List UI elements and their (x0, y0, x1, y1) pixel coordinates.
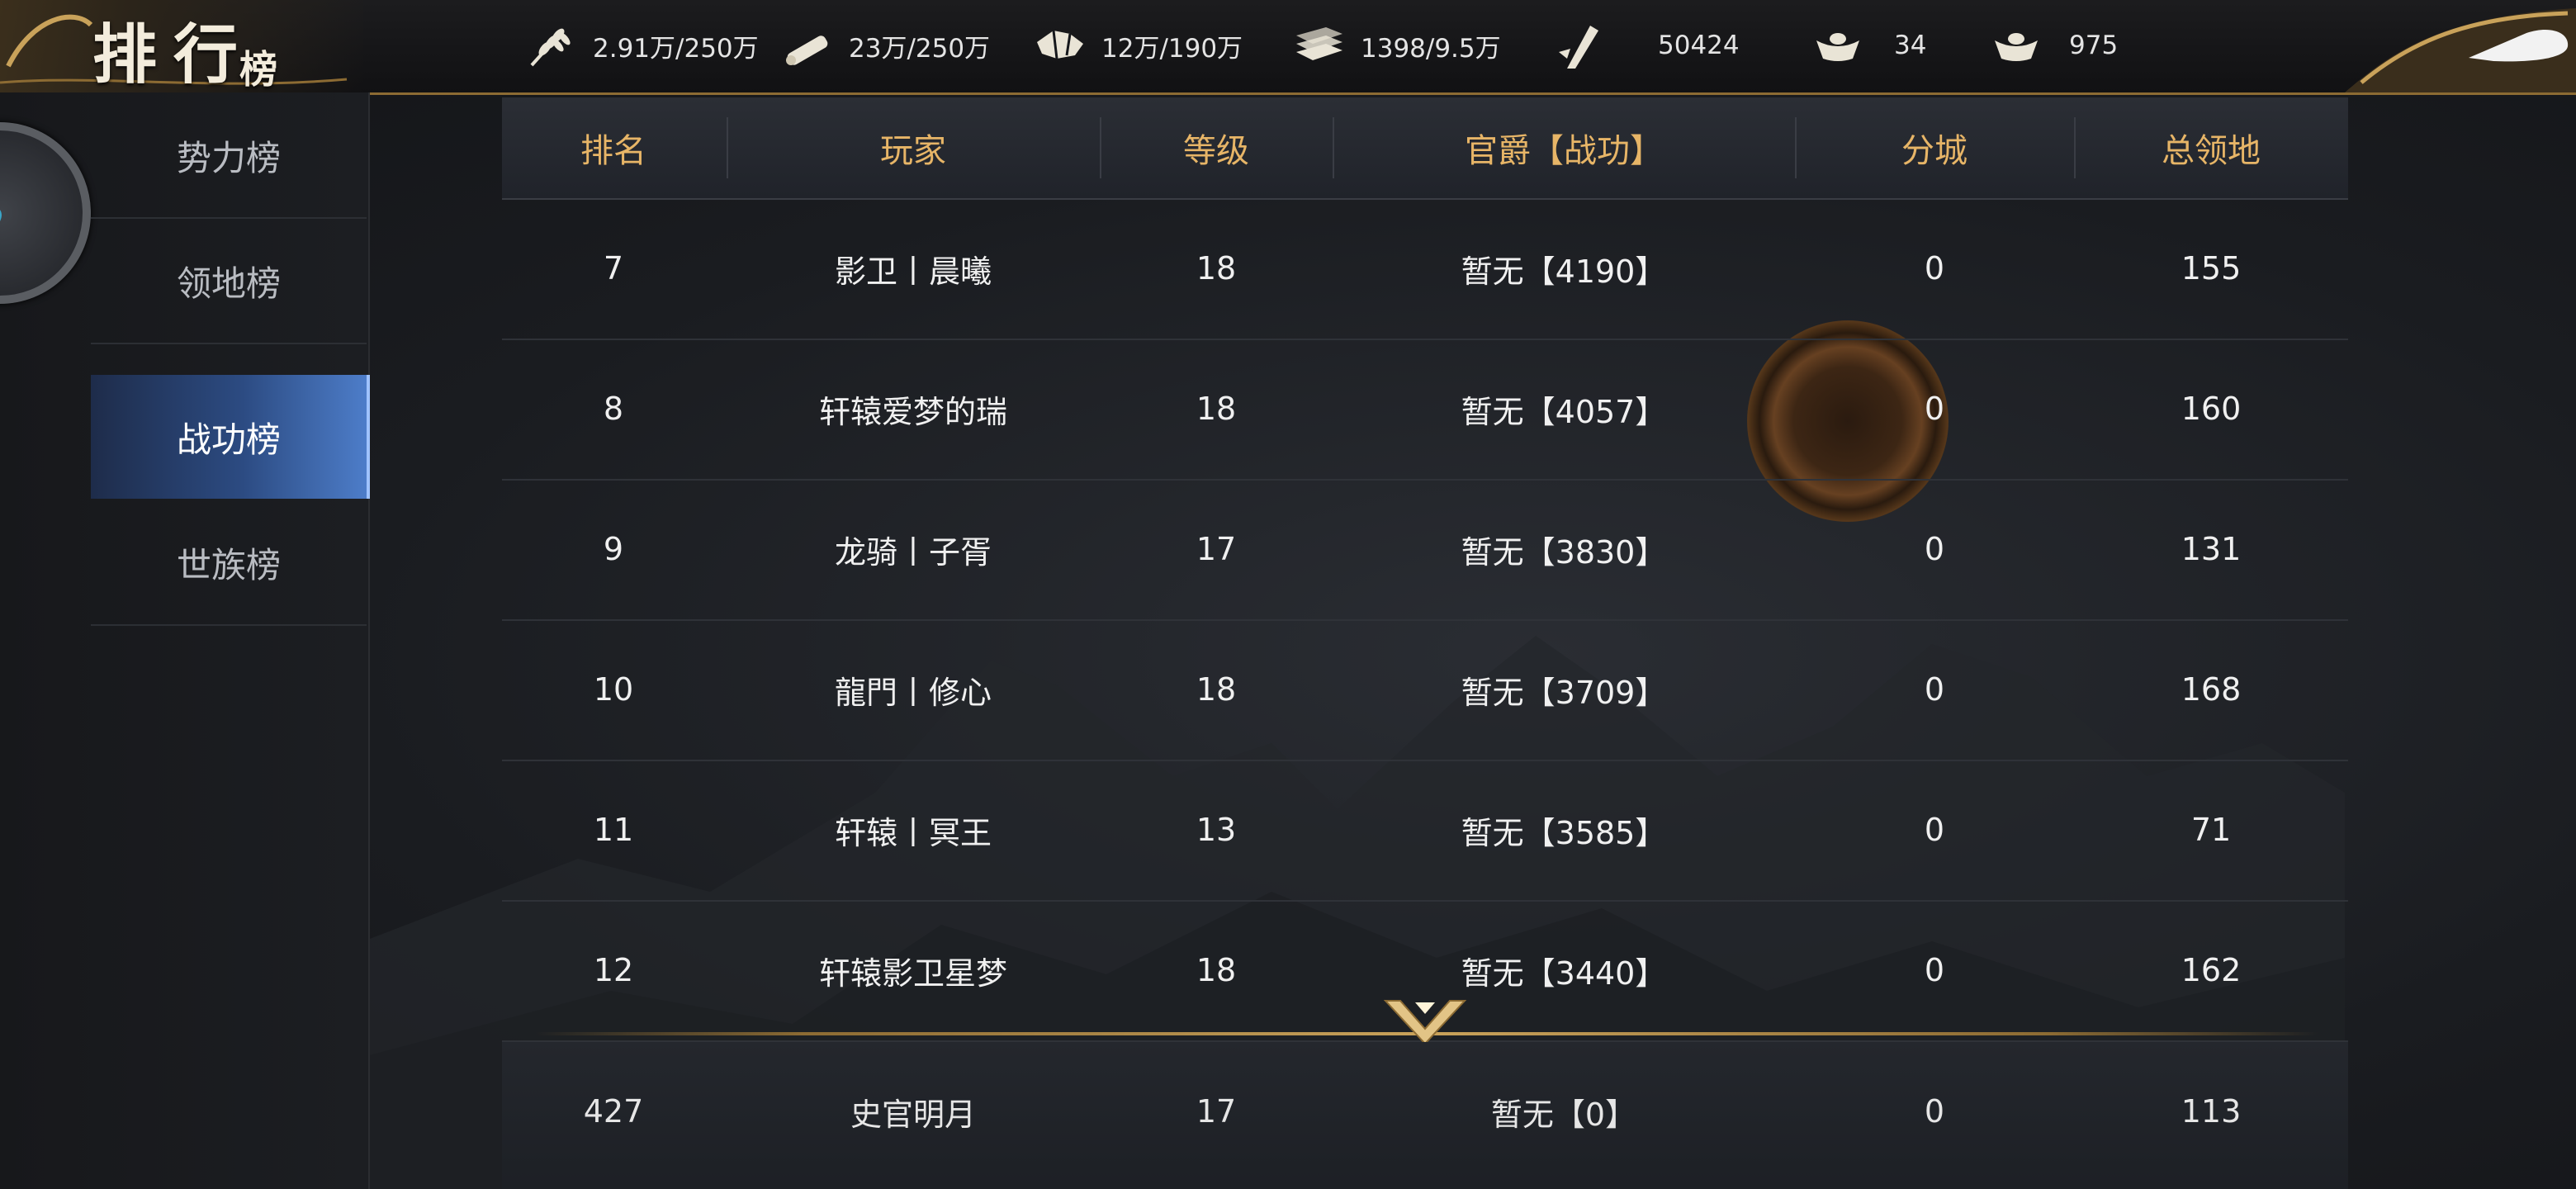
page-title: 排行 (92, 17, 255, 92)
sidebar-item-merit[interactable]: 战功榜 (91, 375, 370, 499)
level-cell: 18 (1196, 391, 1237, 427)
table-row[interactable]: 10 龍門丨修心 18 暂无【3709】 0 168 (502, 619, 2348, 761)
resource-iron[interactable]: 1398/9.5万 (1293, 18, 1501, 73)
level-cell: 18 (1196, 250, 1237, 287)
column-header-level: 等级 (1183, 132, 1249, 170)
rank-cell: 10 (593, 671, 634, 708)
copper-icon (1559, 26, 1598, 69)
sidebar-item-clan[interactable]: 世族榜 (91, 500, 367, 626)
leaderboard-screen: 排行 榜 2.91万/250万 23万/250万 12万/190万 1398/9… (0, 0, 2576, 1189)
player-cell: 影卫丨晨曦 (834, 253, 992, 290)
sidebar-item-label: 势力榜 (176, 137, 281, 178)
branch-city-cell: 0 (1924, 531, 1945, 567)
column-header-player: 玩家 (880, 132, 946, 170)
gold-value: 34 (1894, 31, 1927, 60)
title-merit-cell: 暂无【3709】 (1461, 674, 1667, 711)
sidebar: 势力榜 领地榜 战功榜 世族榜 (0, 92, 370, 1189)
table-header: 排名 玩家 等级 官爵【战功】 分城 总领地 (502, 97, 2348, 200)
total-territory-cell: 162 (2181, 952, 2242, 988)
resource-wood[interactable]: 23万/250万 (781, 18, 990, 73)
level-cell: 18 (1196, 671, 1237, 708)
title-merit-cell: 暂无【3585】 (1461, 814, 1667, 851)
table-row[interactable]: 9 龙骑丨子胥 17 暂无【3830】 0 131 (502, 479, 2348, 621)
player-cell: 龍門丨修心 (834, 674, 992, 711)
sidebar-item-label: 领地榜 (176, 263, 281, 304)
wood-value: 23万/250万 (849, 33, 991, 64)
rank-cell: 12 (593, 952, 634, 988)
branch-city-cell: 0 (1924, 812, 1945, 848)
total-territory-cell: 131 (2181, 531, 2242, 567)
branch-city-cell: 0 (1924, 952, 1945, 988)
resource-grain[interactable]: 2.91万/250万 (525, 18, 759, 73)
sidebar-item-power[interactable]: 势力榜 (91, 93, 367, 219)
self-rank-row[interactable]: 427 史官明月 17 暂无【0】 0 113 (502, 1042, 2348, 1189)
iron-value: 1398/9.5万 (1361, 33, 1501, 64)
branch-city-cell: 0 (1924, 391, 1945, 427)
stone-icon (1037, 30, 1083, 59)
player-cell: 轩辕影卫星梦 (818, 955, 1007, 992)
branch-city-cell: 0 (1924, 671, 1945, 708)
column-header-rank: 排名 (580, 132, 646, 170)
self-rank: 427 (583, 1093, 644, 1130)
avatar[interactable] (0, 122, 91, 304)
column-header-branch-city: 分城 (1901, 132, 1968, 170)
table-row[interactable]: 11 轩辕丨冥王 13 暂无【3585】 0 71 (502, 760, 2348, 902)
resource-copper[interactable]: 50424 (1551, 18, 1740, 73)
rank-cell: 7 (603, 250, 624, 287)
wood-icon (786, 36, 828, 65)
sidebar-item-label: 战功榜 (176, 419, 281, 460)
title-merit-cell: 暂无【3830】 (1461, 533, 1667, 571)
resource-stone[interactable]: 12万/190万 (1034, 18, 1243, 73)
title-merit-cell: 暂无【4190】 (1461, 253, 1667, 290)
column-header-title-merit: 官爵【战功】 (1465, 132, 1663, 170)
silver-value: 975 (2069, 31, 2119, 60)
level-cell: 13 (1196, 812, 1237, 848)
sidebar-item-label: 世族榜 (176, 544, 281, 585)
total-territory-cell: 155 (2181, 250, 2242, 287)
grain-icon (530, 28, 571, 67)
table-row[interactable]: 8 轩辕爱梦的瑞 18 暂无【4057】 0 160 (502, 339, 2348, 481)
copper-value: 50424 (1658, 31, 1740, 60)
branch-city-cell: 0 (1924, 250, 1945, 287)
avatar-icon (0, 210, 2, 221)
player-cell: 轩辕爱梦的瑞 (818, 393, 1007, 430)
title-merit-cell: 暂无【4057】 (1461, 393, 1667, 430)
rank-cell: 8 (603, 391, 624, 427)
title-plate: 排行 榜 (0, 0, 363, 92)
grain-value: 2.91万/250万 (593, 33, 759, 64)
level-cell: 17 (1196, 531, 1237, 567)
total-territory-cell: 168 (2181, 671, 2242, 708)
sidebar-item-territory[interactable]: 领地榜 (91, 219, 367, 344)
self-branch-city: 0 (1924, 1093, 1945, 1130)
page-title-suffix: 榜 (239, 47, 277, 92)
back-button[interactable] (2328, 0, 2576, 92)
self-level: 17 (1196, 1093, 1237, 1130)
self-total-territory: 113 (2181, 1093, 2242, 1130)
self-title-merit: 暂无【0】 (1490, 1096, 1637, 1133)
gold-ingot-icon (1816, 33, 1859, 61)
stone-value: 12万/190万 (1101, 33, 1243, 64)
column-header-total-territory: 总领地 (2162, 132, 2261, 170)
self-player: 史官明月 (850, 1096, 976, 1133)
player-cell: 轩辕丨冥王 (834, 814, 992, 851)
resource-silver[interactable]: 975 (1990, 18, 2118, 73)
total-territory-cell: 160 (2181, 391, 2242, 427)
iron-icon (1296, 27, 1342, 60)
silver-ingot-icon (1995, 33, 2038, 61)
top-bar: 排行 榜 2.91万/250万 23万/250万 12万/190万 1398/9… (0, 0, 2576, 95)
player-cell: 龙骑丨子胥 (834, 533, 992, 571)
chevron-down-icon[interactable] (1380, 996, 1470, 1049)
level-cell: 18 (1196, 952, 1237, 988)
rank-cell: 11 (593, 812, 634, 848)
table-row[interactable]: 7 影卫丨晨曦 18 暂无【4190】 0 155 (502, 198, 2348, 340)
resource-gold[interactable]: 34 (1811, 18, 1926, 73)
rank-cell: 9 (603, 531, 624, 567)
total-territory-cell: 71 (2190, 812, 2232, 848)
